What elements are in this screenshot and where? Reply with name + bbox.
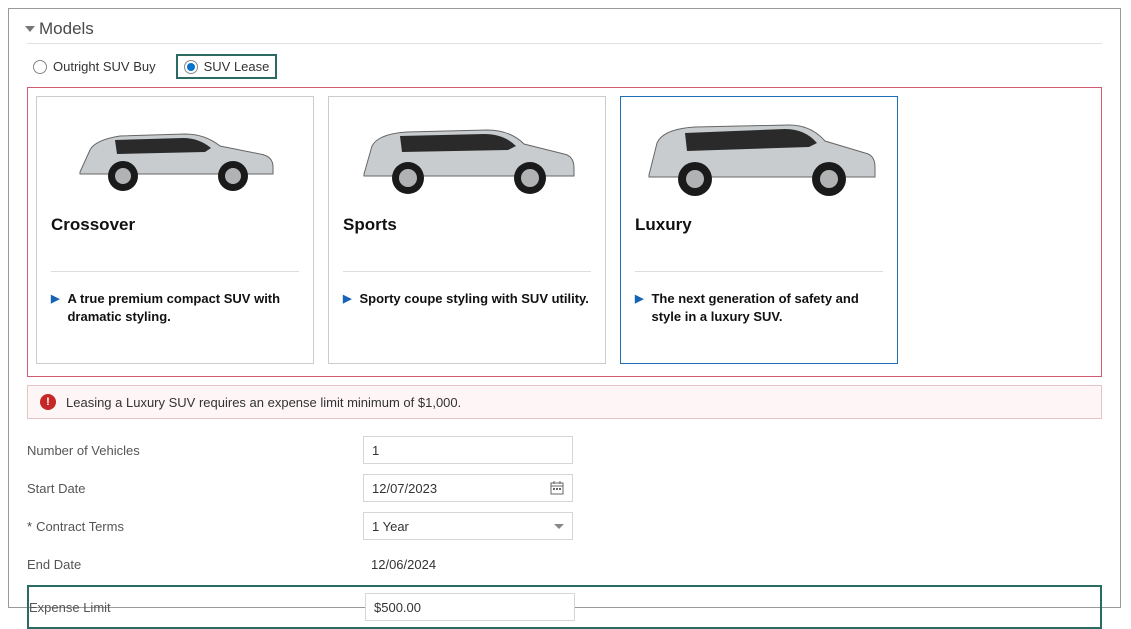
label-expense-limit: Expense Limit — [29, 600, 365, 615]
label-end-date: End Date — [27, 557, 363, 572]
section-title: Models — [39, 19, 94, 39]
row-num-vehicles: Number of Vehicles 1 — [27, 433, 1102, 467]
row-start-date: Start Date 12/07/2023 — [27, 471, 1102, 505]
label-contract-terms: * Contract Terms — [27, 519, 363, 534]
divider — [343, 271, 591, 272]
collapse-icon — [25, 26, 35, 32]
section-header[interactable]: Models — [27, 19, 1102, 44]
card-description: ▶ A true premium compact SUV with dramat… — [51, 290, 299, 326]
purchase-type-radios: Outright SUV Buy SUV Lease — [27, 54, 1102, 79]
input-expense-limit[interactable]: $500.00 — [365, 593, 575, 621]
card-description: ▶ The next generation of safety and styl… — [635, 290, 883, 326]
divider — [51, 271, 299, 272]
car-image — [51, 111, 299, 203]
radio-icon — [184, 60, 198, 74]
bullet-icon: ▶ — [635, 292, 643, 307]
label-num-vehicles: Number of Vehicles — [27, 443, 363, 458]
expense-limit-highlight: Expense Limit $500.00 — [27, 585, 1102, 629]
value-end-date: 12/06/2024 — [363, 550, 573, 578]
radio-outright-buy[interactable]: Outright SUV Buy — [27, 56, 162, 77]
card-title: Luxury — [635, 215, 883, 235]
radio-icon — [33, 60, 47, 74]
radio-label: Outright SUV Buy — [53, 59, 156, 74]
validation-alert: ! Leasing a Luxury SUV requires an expen… — [27, 385, 1102, 419]
row-contract-terms: * Contract Terms 1 Year — [27, 509, 1102, 543]
radio-suv-lease[interactable]: SUV Lease — [176, 54, 278, 79]
lease-form: Number of Vehicles 1 Start Date 12/07/20… — [27, 433, 1102, 629]
row-end-date: End Date 12/06/2024 — [27, 547, 1102, 581]
row-expense-limit: Expense Limit $500.00 — [29, 590, 1100, 624]
card-description: ▶ Sporty coupe styling with SUV utility. — [343, 290, 591, 308]
card-sports[interactable]: Sports ▶ Sporty coupe styling with SUV u… — [328, 96, 606, 364]
error-icon: ! — [40, 394, 56, 410]
card-title: Crossover — [51, 215, 299, 235]
calendar-icon — [550, 481, 564, 495]
input-start-date[interactable]: 12/07/2023 — [363, 474, 573, 502]
card-title: Sports — [343, 215, 591, 235]
card-luxury[interactable]: Luxury ▶ The next generation of safety a… — [620, 96, 898, 364]
bullet-icon: ▶ — [343, 292, 351, 307]
input-num-vehicles[interactable]: 1 — [363, 436, 573, 464]
bullet-icon: ▶ — [51, 292, 59, 307]
car-image — [343, 111, 591, 203]
chevron-down-icon — [554, 524, 564, 529]
alert-message: Leasing a Luxury SUV requires an expense… — [66, 395, 461, 410]
divider — [635, 271, 883, 272]
required-icon: * — [27, 519, 32, 534]
car-image — [635, 111, 883, 203]
card-crossover[interactable]: Crossover ▶ A true premium compact SUV w… — [36, 96, 314, 364]
select-contract-terms[interactable]: 1 Year — [363, 512, 573, 540]
label-start-date: Start Date — [27, 481, 363, 496]
radio-label: SUV Lease — [204, 59, 270, 74]
model-cards: Crossover ▶ A true premium compact SUV w… — [27, 87, 1102, 377]
